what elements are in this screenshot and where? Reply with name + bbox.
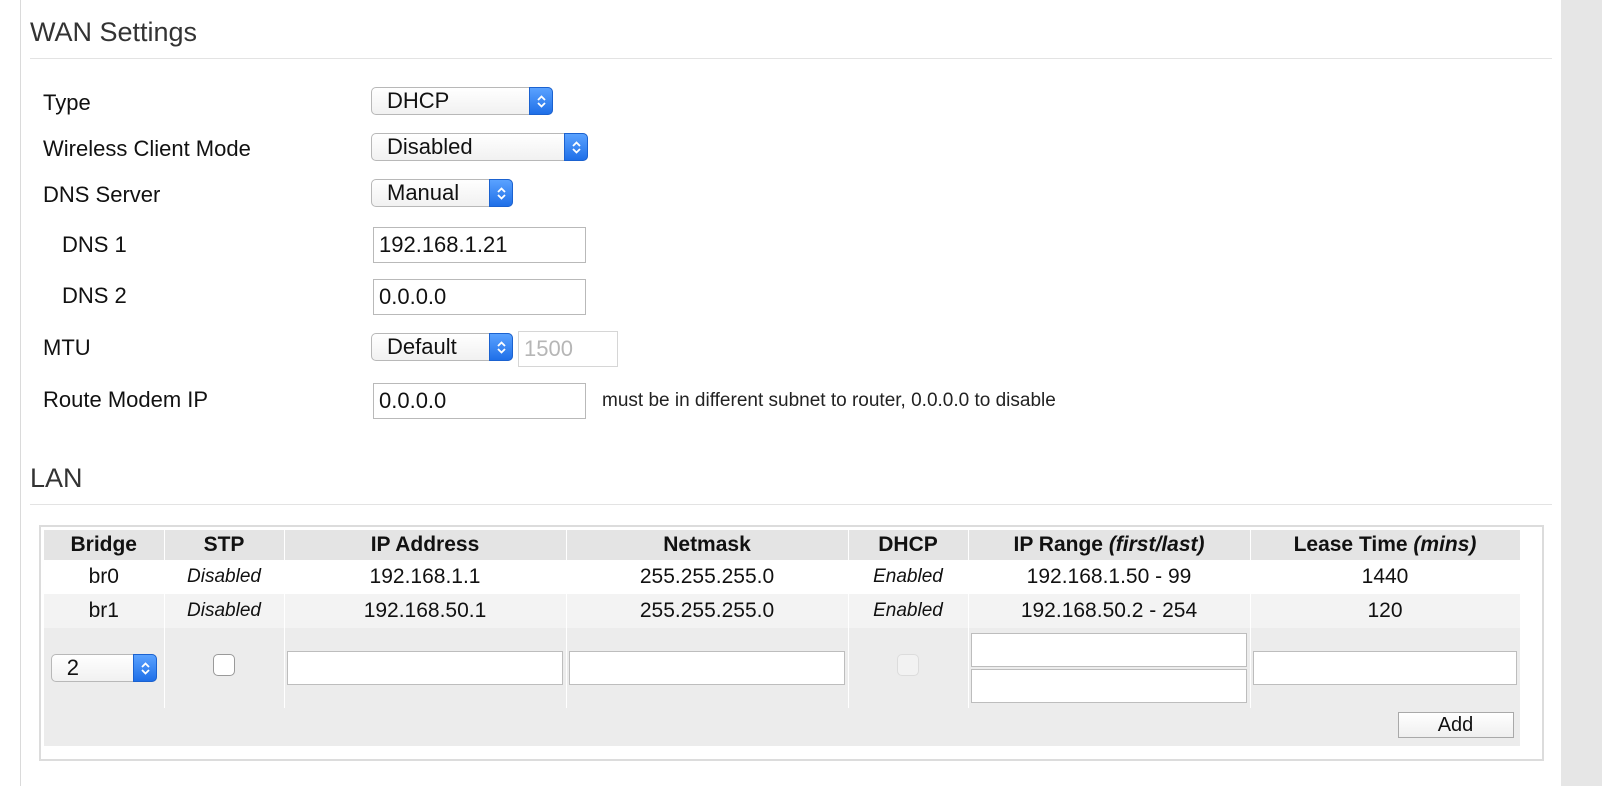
new-range-last-input[interactable] (971, 669, 1247, 703)
header-bridge: Bridge (44, 530, 165, 560)
header-ip-range-label: IP Range (1013, 533, 1103, 556)
route-modem-ip-input[interactable]: 0.0.0.0 (373, 383, 586, 419)
type-select[interactable]: DHCP (371, 87, 553, 115)
new-lease-cell (1250, 628, 1521, 708)
cell-lease-time: 1440 (1250, 560, 1521, 594)
dns-server-label: DNS Server (43, 182, 161, 207)
new-netmask-input[interactable] (569, 651, 845, 685)
dns-server-value: Manual (387, 180, 460, 205)
header-stp: STP (164, 530, 285, 560)
new-stp-cell (164, 628, 285, 708)
wan-section-title: WAN Settings (30, 17, 198, 47)
updown-chevron-icon (489, 333, 513, 361)
content-panel: WAN Settings Type DHCP Wireless Client M… (21, 0, 1561, 786)
updown-chevron-icon (489, 179, 513, 207)
header-lease-time-note: (mins) (1413, 533, 1477, 556)
cell-bridge: br0 (44, 560, 165, 594)
cell-ip-address: 192.168.50.1 (284, 594, 567, 628)
route-modem-ip-hint: must be in different subnet to router, 0… (602, 390, 1056, 411)
type-select-value: DHCP (387, 88, 450, 113)
header-lease-time-label: Lease Time (1293, 533, 1408, 556)
dns-server-select[interactable]: Manual (371, 179, 513, 207)
header-netmask: Netmask (566, 530, 849, 560)
new-bridge-select[interactable]: 2 (50, 654, 157, 682)
table-footer-cell: Add (44, 708, 1521, 746)
mtu-select-value: Default (387, 334, 457, 359)
updown-chevron-icon (564, 133, 588, 161)
table-row[interactable]: br0 Disabled 192.168.1.1 255.255.255.0 E… (44, 560, 1521, 594)
dns2-label: DNS 2 (62, 283, 127, 308)
mtu-input: 1500 (518, 331, 618, 367)
new-ip-cell (284, 628, 567, 708)
new-bridge-row: 2 (44, 628, 1521, 708)
new-range-cell (968, 628, 1251, 708)
new-lease-time-input[interactable] (1253, 651, 1517, 685)
table-footer-row: Add (44, 708, 1521, 746)
left-gutter (0, 0, 21, 786)
type-label: Type (43, 90, 91, 115)
dns2-input[interactable]: 0.0.0.0 (373, 279, 586, 315)
cell-dhcp: Enabled (848, 560, 969, 594)
cell-ip-address: 192.168.1.1 (284, 560, 567, 594)
header-dhcp: DHCP (848, 530, 969, 560)
cell-lease-time: 120 (1250, 594, 1521, 628)
dns1-label: DNS 1 (62, 232, 127, 257)
new-ip-address-input[interactable] (287, 651, 563, 685)
cell-ip-range: 192.168.50.2 - 254 (968, 594, 1251, 628)
wireless-client-mode-label: Wireless Client Mode (43, 136, 251, 161)
page: WAN Settings Type DHCP Wireless Client M… (0, 0, 1602, 786)
new-bridge-cell: 2 (44, 628, 165, 708)
cell-dhcp: Enabled (848, 594, 969, 628)
header-ip-range-note: (first/last) (1108, 533, 1205, 556)
cell-netmask: 255.255.255.0 (566, 594, 849, 628)
updown-chevron-icon (132, 654, 157, 682)
new-range-first-input[interactable] (971, 633, 1247, 667)
header-ip-range: IP Range (first/last) (968, 530, 1251, 560)
table-row[interactable]: br1 Disabled 192.168.50.1 255.255.255.0 … (44, 594, 1521, 628)
lan-section-title: LAN (30, 463, 83, 493)
dns1-input[interactable]: 192.168.1.21 (373, 227, 586, 263)
wireless-client-mode-select[interactable]: Disabled (371, 133, 588, 161)
cell-stp: Disabled (164, 560, 285, 594)
cell-stp: Disabled (164, 594, 285, 628)
right-rail (1561, 0, 1602, 786)
new-stp-checkbox[interactable] (213, 654, 235, 676)
cell-bridge: br1 (44, 594, 165, 628)
lan-table: Bridge STP IP Address Netmask DHCP IP Ra… (44, 530, 1521, 746)
lan-header-row: Bridge STP IP Address Netmask DHCP IP Ra… (44, 530, 1521, 560)
wireless-client-mode-value: Disabled (387, 134, 473, 159)
new-dhcp-cell (848, 628, 969, 708)
wan-divider (30, 58, 1552, 59)
cell-ip-range: 192.168.1.50 - 99 (968, 560, 1251, 594)
updown-chevron-icon (529, 87, 553, 115)
new-netmask-cell (566, 628, 849, 708)
cell-netmask: 255.255.255.0 (566, 560, 849, 594)
header-ip-address: IP Address (284, 530, 567, 560)
route-modem-ip-label: Route Modem IP (43, 387, 209, 412)
add-button[interactable]: Add (1397, 712, 1514, 738)
header-lease-time: Lease Time (mins) (1250, 530, 1521, 560)
new-bridge-select-value: 2 (66, 655, 79, 680)
mtu-label: MTU (43, 335, 91, 360)
lan-divider (30, 504, 1552, 505)
mtu-select[interactable]: Default (371, 333, 513, 361)
new-dhcp-checkbox (897, 654, 919, 676)
